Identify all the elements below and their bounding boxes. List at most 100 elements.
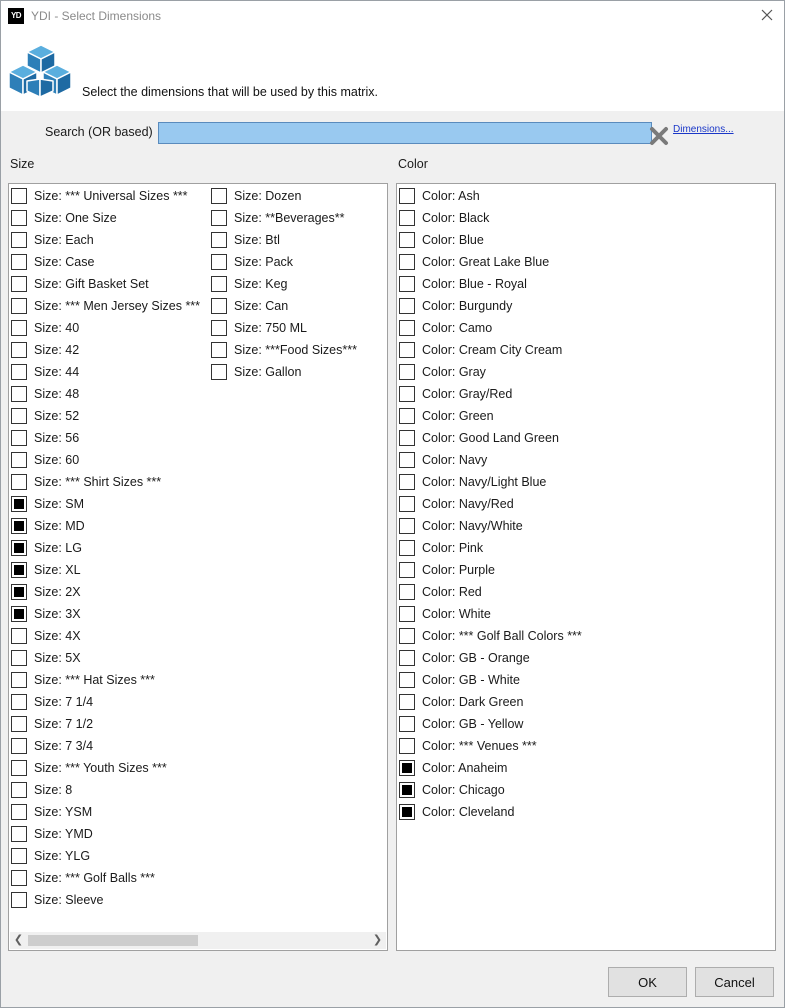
checkbox[interactable] — [399, 650, 415, 666]
checkbox[interactable] — [399, 298, 415, 314]
checkbox[interactable] — [399, 540, 415, 556]
cancel-button[interactable]: Cancel — [695, 967, 774, 997]
size-list-item[interactable]: Size: *** Universal Sizes *** — [11, 185, 200, 207]
size-list-item[interactable]: Size: 4X — [11, 625, 200, 647]
checkbox[interactable] — [11, 738, 27, 754]
checkbox[interactable] — [399, 276, 415, 292]
checkbox[interactable] — [11, 826, 27, 842]
color-list-item[interactable]: Color: Chicago — [399, 779, 582, 801]
size-list-item[interactable]: Size: Pack — [211, 251, 357, 273]
scrollbar-thumb[interactable] — [28, 935, 198, 946]
color-list-item[interactable]: Color: Black — [399, 207, 582, 229]
checkbox[interactable] — [11, 562, 27, 578]
checkbox[interactable] — [399, 672, 415, 688]
checkbox[interactable] — [11, 232, 27, 248]
checkbox[interactable] — [11, 584, 27, 600]
color-list-item[interactable]: Color: Blue - Royal — [399, 273, 582, 295]
scroll-right-icon[interactable]: ❯ — [369, 932, 386, 949]
checkbox[interactable] — [211, 298, 227, 314]
checkbox[interactable] — [399, 694, 415, 710]
color-list-item[interactable]: Color: Blue — [399, 229, 582, 251]
color-list-item[interactable]: Color: GB - Orange — [399, 647, 582, 669]
size-list-item[interactable]: Size: Sleeve — [11, 889, 200, 911]
color-list[interactable]: Color: Ash Color: Black Color: Blue Color: … — [396, 183, 776, 951]
checkbox[interactable] — [399, 320, 415, 336]
checkbox[interactable] — [211, 232, 227, 248]
checkbox[interactable] — [11, 540, 27, 556]
size-list-item[interactable]: Size: SM — [11, 493, 200, 515]
color-list-item[interactable]: Color: Pink — [399, 537, 582, 559]
checkbox[interactable] — [399, 760, 415, 776]
size-list-item[interactable]: Size: Dozen — [211, 185, 357, 207]
checkbox[interactable] — [399, 584, 415, 600]
size-list-item[interactable]: Size: *** Shirt Sizes *** — [11, 471, 200, 493]
checkbox[interactable] — [211, 342, 227, 358]
checkbox[interactable] — [399, 452, 415, 468]
color-list-item[interactable]: Color: Gray/Red — [399, 383, 582, 405]
checkbox[interactable] — [399, 782, 415, 798]
color-list-item[interactable]: Color: Anaheim — [399, 757, 582, 779]
checkbox[interactable] — [11, 606, 27, 622]
size-list-item[interactable]: Size: *** Men Jersey Sizes *** — [11, 295, 200, 317]
size-list-item[interactable]: Size: *** Youth Sizes *** — [11, 757, 200, 779]
checkbox[interactable] — [11, 716, 27, 732]
close-icon[interactable] — [758, 6, 776, 24]
checkbox[interactable] — [399, 474, 415, 490]
size-list-item[interactable]: Size: 40 — [11, 317, 200, 339]
checkbox[interactable] — [11, 518, 27, 534]
size-list-item[interactable]: Size: Each — [11, 229, 200, 251]
checkbox[interactable] — [11, 386, 27, 402]
checkbox[interactable] — [11, 210, 27, 226]
checkbox[interactable] — [211, 188, 227, 204]
color-list-item[interactable]: Color: White — [399, 603, 582, 625]
checkbox[interactable] — [399, 804, 415, 820]
color-list-item[interactable]: Color: GB - Yellow — [399, 713, 582, 735]
size-list-item[interactable]: Size: 5X — [11, 647, 200, 669]
dimensions-link[interactable]: Dimensions... — [673, 124, 734, 135]
size-list-item[interactable]: Size: **Beverages** — [211, 207, 357, 229]
checkbox[interactable] — [399, 254, 415, 270]
checkbox[interactable] — [11, 782, 27, 798]
color-list-item[interactable]: Color: Great Lake Blue — [399, 251, 582, 273]
color-list-item[interactable]: Color: Navy/White — [399, 515, 582, 537]
size-list-item[interactable]: Size: 7 1/2 — [11, 713, 200, 735]
checkbox[interactable] — [399, 738, 415, 754]
size-list-item[interactable]: Size: Gift Basket Set — [11, 273, 200, 295]
size-list-item[interactable]: Size: LG — [11, 537, 200, 559]
size-list-item[interactable]: Size: YSM — [11, 801, 200, 823]
size-list-item[interactable]: Size: 8 — [11, 779, 200, 801]
color-list-item[interactable]: Color: Green — [399, 405, 582, 427]
color-list-item[interactable]: Color: Cleveland — [399, 801, 582, 823]
checkbox[interactable] — [11, 430, 27, 446]
checkbox[interactable] — [11, 474, 27, 490]
checkbox[interactable] — [399, 430, 415, 446]
checkbox[interactable] — [11, 364, 27, 380]
checkbox[interactable] — [399, 342, 415, 358]
size-list-item[interactable]: Size: MD — [11, 515, 200, 537]
checkbox[interactable] — [399, 210, 415, 226]
checkbox[interactable] — [211, 210, 227, 226]
size-list-item[interactable]: Size: 7 3/4 — [11, 735, 200, 757]
size-list-item[interactable]: Size: 48 — [11, 383, 200, 405]
checkbox[interactable] — [11, 870, 27, 886]
color-list-item[interactable]: Color: Ash — [399, 185, 582, 207]
checkbox[interactable] — [11, 452, 27, 468]
color-list-item[interactable]: Color: Gray — [399, 361, 582, 383]
size-list-item[interactable]: Size: Can — [211, 295, 357, 317]
size-list-item[interactable]: Size: Gallon — [211, 361, 357, 383]
ok-button[interactable]: OK — [608, 967, 687, 997]
scroll-left-icon[interactable]: ❮ — [10, 932, 27, 949]
checkbox[interactable] — [11, 628, 27, 644]
checkbox[interactable] — [399, 716, 415, 732]
checkbox[interactable] — [11, 694, 27, 710]
checkbox[interactable] — [11, 804, 27, 820]
color-list-item[interactable]: Color: Navy/Light Blue — [399, 471, 582, 493]
checkbox[interactable] — [11, 496, 27, 512]
checkbox[interactable] — [399, 496, 415, 512]
size-list-item[interactable]: Size: ***Food Sizes*** — [211, 339, 357, 361]
color-list-item[interactable]: Color: Red — [399, 581, 582, 603]
size-list-item[interactable]: Size: 44 — [11, 361, 200, 383]
checkbox[interactable] — [399, 232, 415, 248]
checkbox[interactable] — [11, 320, 27, 336]
checkbox[interactable] — [399, 606, 415, 622]
